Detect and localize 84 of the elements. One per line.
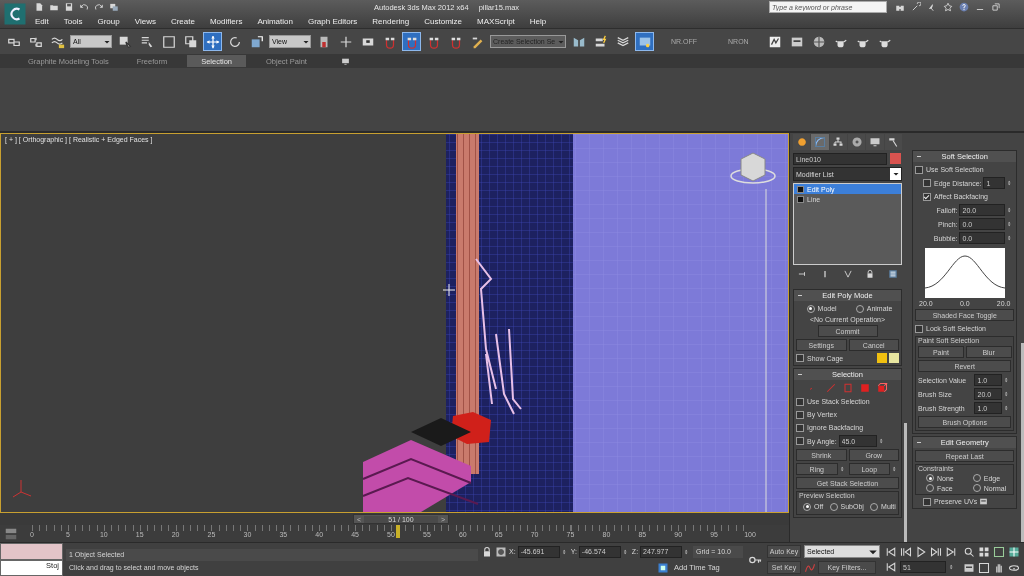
- wave-lines-icon: [50, 34, 65, 49]
- toolbar-button[interactable]: [402, 32, 421, 51]
- restore-icon[interactable]: [991, 2, 1001, 12]
- star-icon[interactable]: [943, 2, 953, 12]
- config-list-icon[interactable]: [888, 269, 898, 279]
- scrollbar[interactable]: [904, 423, 907, 542]
- redo-arrow-icon[interactable]: [94, 2, 104, 12]
- skip-start-icon[interactable]: [885, 561, 897, 573]
- four-squares-icon[interactable]: [978, 545, 990, 558]
- wrench-icon[interactable]: [911, 2, 921, 12]
- pin-icon[interactable]: [797, 269, 807, 279]
- menu-item[interactable]: Graph Editors: [307, 16, 358, 26]
- two-squares-icon: [183, 34, 198, 49]
- checkbox[interactable]: [796, 437, 804, 445]
- padlock-icon[interactable]: [865, 269, 876, 279]
- scale-box-icon: [249, 34, 264, 49]
- menu-item[interactable]: Animation: [257, 16, 293, 26]
- menu-item[interactable]: Modifiers: [209, 16, 243, 26]
- four-arrows-icon: [205, 34, 220, 49]
- undo-arrow-icon[interactable]: [79, 2, 89, 12]
- menu-item[interactable]: Views: [134, 16, 156, 26]
- checkbox[interactable]: [915, 165, 923, 174]
- scrollbar[interactable]: [1021, 343, 1024, 542]
- menu-item[interactable]: Create: [170, 16, 195, 26]
- curve-arrow-icon: [814, 136, 826, 148]
- menu-item[interactable]: Edit: [35, 16, 49, 26]
- panel-tab[interactable]: [866, 134, 884, 150]
- skip-start-icon[interactable]: [885, 546, 897, 558]
- target-icon[interactable]: [495, 545, 507, 558]
- play-icon[interactable]: [915, 546, 927, 558]
- folder-icon[interactable]: [49, 2, 59, 12]
- new-file-icon[interactable]: [34, 2, 44, 12]
- cube-icon[interactable]: [875, 382, 888, 394]
- checkbox[interactable]: [796, 354, 804, 362]
- checkbox[interactable]: [923, 497, 931, 506]
- panel-box-icon[interactable]: [979, 497, 989, 506]
- monitor-icon: [868, 136, 881, 148]
- panel-tab[interactable]: [829, 134, 847, 150]
- time-tag-icon[interactable]: [657, 561, 669, 574]
- toolbar-button[interactable]: [203, 32, 222, 51]
- panel-tab[interactable]: [884, 134, 902, 150]
- window-grid-icon[interactable]: [1008, 545, 1020, 558]
- layer-stack-icon: [615, 34, 630, 49]
- box-arrow-icon: [117, 34, 132, 49]
- listener-output[interactable]: [0, 543, 63, 560]
- menu-item[interactable]: Tools: [63, 16, 83, 26]
- current-frame-marker: [396, 525, 401, 538]
- window-stack-icon[interactable]: [109, 2, 119, 12]
- dropdown-arrow-icon: [891, 170, 900, 178]
- skip-end-icon[interactable]: [945, 546, 957, 558]
- tree-nodes-icon: [832, 136, 845, 148]
- checkbox[interactable]: [923, 192, 931, 201]
- checker-sphere-icon: [812, 34, 827, 49]
- monitor-icon[interactable]: [340, 56, 350, 66]
- padlock-icon[interactable]: [481, 545, 493, 558]
- menu-item[interactable]: MAXScript: [477, 16, 515, 26]
- checkbox[interactable]: [915, 324, 923, 333]
- dashed-frame-icon[interactable]: [993, 545, 1005, 558]
- step-back-icon[interactable]: [900, 546, 912, 558]
- checkbox[interactable]: [796, 397, 804, 406]
- menu-item[interactable]: Rendering: [372, 16, 410, 26]
- list-arrow-icon: [139, 34, 154, 49]
- panel-box-icon[interactable]: [963, 561, 975, 574]
- crosshair-icon: [338, 34, 353, 49]
- sun-icon: [795, 136, 808, 148]
- checkbox[interactable]: [923, 179, 931, 187]
- align-bars-icon: [593, 34, 608, 49]
- checkbox[interactable]: [796, 410, 804, 419]
- object-color-swatch[interactable]: [890, 153, 901, 164]
- magnifier-plus-icon[interactable]: [963, 545, 975, 558]
- hammer-icon: [887, 136, 900, 148]
- panel-tab[interactable]: [793, 134, 811, 150]
- logo-icon[interactable]: [3, 2, 27, 26]
- panel-tab[interactable]: [848, 134, 866, 150]
- menu-item[interactable]: Group: [97, 16, 120, 26]
- menu-item[interactable]: Help: [529, 16, 547, 26]
- cage-color-swatch[interactable]: [877, 353, 887, 363]
- step-forward-icon[interactable]: [930, 546, 942, 558]
- cage-color-swatch[interactable]: [889, 353, 899, 363]
- fork-icon[interactable]: [842, 269, 853, 279]
- checkbox[interactable]: [796, 423, 804, 432]
- menu-item[interactable]: Customize: [424, 16, 463, 26]
- help-icon[interactable]: [959, 2, 969, 12]
- document-chart-icon: [768, 34, 783, 49]
